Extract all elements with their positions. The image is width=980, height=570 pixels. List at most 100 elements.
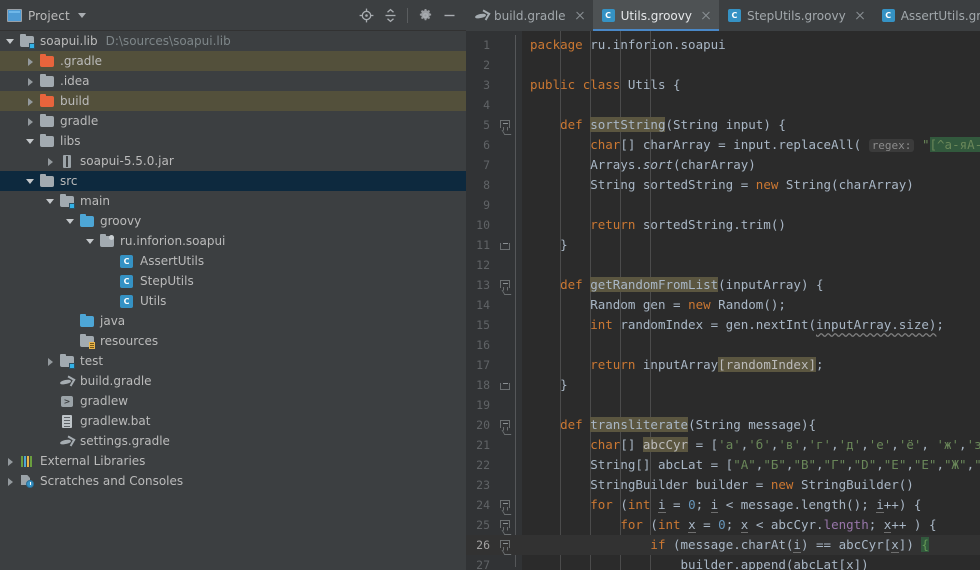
tree-row-soapui-lib[interactable]: soapui.lib D:\sources\soapui.lib	[0, 31, 466, 51]
tree-row--gradle[interactable]: .gradle	[0, 51, 466, 71]
fold-end-icon[interactable]	[500, 380, 511, 391]
tree-row-build[interactable]: build	[0, 91, 466, 111]
code-line[interactable]: StringBuilder builder = new StringBuilde…	[522, 475, 980, 495]
fold-collapse-icon[interactable]	[500, 120, 511, 131]
tree-toggle-down-icon[interactable]	[25, 176, 36, 187]
minimize-icon[interactable]	[438, 5, 460, 27]
project-tree[interactable]: soapui.lib D:\sources\soapui.lib .gradle .i…	[0, 31, 466, 570]
code-line[interactable]: Random gen = new Random();	[522, 295, 980, 315]
folder-icon	[39, 73, 55, 89]
tree-row-gradle[interactable]: gradle	[0, 111, 466, 131]
tree-row-libs[interactable]: libs	[0, 131, 466, 151]
tree-row-assertutils[interactable]: C AssertUtils	[0, 251, 466, 271]
ide-window: Project soapui.lib D:\sources\soapui.lib…	[0, 0, 980, 570]
tree-toggle-right-icon[interactable]	[45, 356, 56, 367]
close-icon[interactable]	[574, 10, 586, 22]
tree-row-java[interactable]: java	[0, 311, 466, 331]
code-line[interactable]	[522, 335, 980, 355]
code-line[interactable]	[522, 255, 980, 275]
tree-toggle-right-icon[interactable]	[25, 96, 36, 107]
tree-row-settings-gradle[interactable]: settings.gradle	[0, 431, 466, 451]
batch-file-icon	[59, 413, 75, 429]
tree-toggle-right-icon[interactable]	[25, 56, 36, 67]
code-content[interactable]: package ru.inforion.soapui public class U…	[522, 31, 980, 570]
code-line[interactable]	[522, 395, 980, 415]
close-icon[interactable]	[700, 10, 712, 22]
editor-tab-assertutils-groovy[interactable]: C AssertUtils.groovy	[872, 0, 980, 31]
tree-toggle-down-icon[interactable]	[85, 236, 96, 247]
tree-toggle-down-icon[interactable]	[25, 136, 36, 147]
code-line[interactable]: String[] abcLat = ["А","Б","В","Г","D","…	[522, 455, 980, 475]
code-line[interactable]: return sortedString.trim()	[522, 215, 980, 235]
tree-row-label: AssertUtils	[140, 254, 205, 268]
code-line[interactable]: Arrays.sort(charArray)	[522, 155, 980, 175]
tree-toggle-down-icon[interactable]	[45, 196, 56, 207]
tree-row-gradlew-bat[interactable]: gradlew.bat	[0, 411, 466, 431]
line-number: 25	[466, 515, 522, 535]
fold-collapse-icon[interactable]	[500, 500, 511, 511]
code-line[interactable]: builder.append(abcLat[x])	[522, 555, 980, 570]
editor-tab-steputils-groovy[interactable]: C StepUtils.groovy	[718, 0, 873, 31]
tree-toggle-right-icon[interactable]	[25, 76, 36, 87]
tree-row-groovy[interactable]: groovy	[0, 211, 466, 231]
code-line[interactable]: int randomIndex = gen.nextInt(inputArray…	[522, 315, 980, 335]
code-line[interactable]	[522, 55, 980, 75]
code-line[interactable]: for (int x = 0; x < abcCyr.length; x++ )…	[522, 515, 980, 535]
collapse-all-icon[interactable]	[379, 5, 401, 27]
editor-gutter[interactable]: 1 2 3 4 5 6 7 8 9 10 11 12 13 14 15 16 17 18 19 20 21 22 23 24 2…	[466, 31, 522, 570]
tree-row-ru-inforion-soapui[interactable]: ru.inforion.soapui	[0, 231, 466, 251]
code-line[interactable]: return inputArray[randomIndex];	[522, 355, 980, 375]
editor-tab-build-gradle[interactable]: build.gradle	[466, 0, 593, 31]
code-line[interactable]: def getRandomFromList(inputArray) {	[522, 275, 980, 295]
code-viewport[interactable]: 1 2 3 4 5 6 7 8 9 10 11 12 13 14 15 16 17 18 19 20 21 22 23 24 2…	[466, 31, 980, 570]
code-line-text: return inputArray[randomIndex];	[590, 357, 824, 372]
code-line[interactable]: char[] abcCyr = ['а','б','в','г','д','е'…	[522, 435, 980, 455]
fold-end-icon[interactable]	[500, 240, 511, 251]
tree-toggle-right-icon[interactable]	[5, 456, 16, 467]
folder-icon	[39, 173, 55, 189]
project-panel-title-group[interactable]: Project	[7, 9, 355, 23]
fold-collapse-icon[interactable]	[500, 540, 511, 551]
tree-row-test[interactable]: test	[0, 351, 466, 371]
tree-row-main[interactable]: main	[0, 191, 466, 211]
tree-row-gradlew[interactable]: > gradlew	[0, 391, 466, 411]
tree-toggle-right-icon[interactable]	[25, 116, 36, 127]
tree-row-src[interactable]: src	[0, 171, 466, 191]
code-line[interactable]: def sortString(String input) {	[522, 115, 980, 135]
tree-toggle-down-icon[interactable]	[65, 216, 76, 227]
code-line[interactable]: package ru.inforion.soapui	[522, 35, 980, 55]
tree-row-label: build	[60, 94, 90, 108]
tree-row-build-gradle[interactable]: build.gradle	[0, 371, 466, 391]
gear-icon[interactable]	[414, 5, 436, 27]
editor-tab-bar[interactable]: build.gradle C Utils.groovy C StepUtils.groo…	[466, 0, 980, 31]
tree-row-label: Scratches and Consoles	[40, 474, 184, 488]
code-line[interactable]: for (int i = 0; i < message.length(); i+…	[522, 495, 980, 515]
code-line[interactable]	[522, 195, 980, 215]
code-line[interactable]: char[] charArray = input.replaceAll( reg…	[522, 135, 980, 155]
tree-row-soapui-5-5-0-jar[interactable]: soapui-5.5.0.jar	[0, 151, 466, 171]
chevron-down-icon[interactable]	[77, 13, 86, 18]
code-line[interactable]: }	[522, 235, 980, 255]
fold-collapse-icon[interactable]	[500, 420, 511, 431]
tree-toggle-right-icon[interactable]	[45, 156, 56, 167]
tree-toggle-down-icon[interactable]	[5, 36, 16, 47]
close-icon[interactable]	[854, 10, 866, 22]
code-line[interactable]: String sortedString = new String(charArr…	[522, 175, 980, 195]
fold-collapse-icon[interactable]	[500, 520, 511, 531]
tree-row-steputils[interactable]: C StepUtils	[0, 271, 466, 291]
tree-row-resources[interactable]: resources	[0, 331, 466, 351]
code-line[interactable]: if (message.charAt(i) == abcCyr[x]) {	[522, 535, 980, 555]
tree-row--idea[interactable]: .idea	[0, 71, 466, 91]
code-line[interactable]: }	[522, 375, 980, 395]
fold-collapse-icon[interactable]	[500, 280, 511, 291]
code-line[interactable]: def transliterate(String message){	[522, 415, 980, 435]
project-panel-toolbar	[355, 5, 460, 27]
code-line[interactable]	[522, 95, 980, 115]
tree-row-scratches-and-consoles[interactable]: Scratches and Consoles	[0, 471, 466, 491]
tree-toggle-right-icon[interactable]	[5, 476, 16, 487]
locate-icon[interactable]	[355, 5, 377, 27]
tree-row-external-libraries[interactable]: External Libraries	[0, 451, 466, 471]
code-line[interactable]: public class Utils {	[522, 75, 980, 95]
editor-tab-utils-groovy[interactable]: C Utils.groovy	[592, 0, 720, 31]
tree-row-utils[interactable]: C Utils	[0, 291, 466, 311]
